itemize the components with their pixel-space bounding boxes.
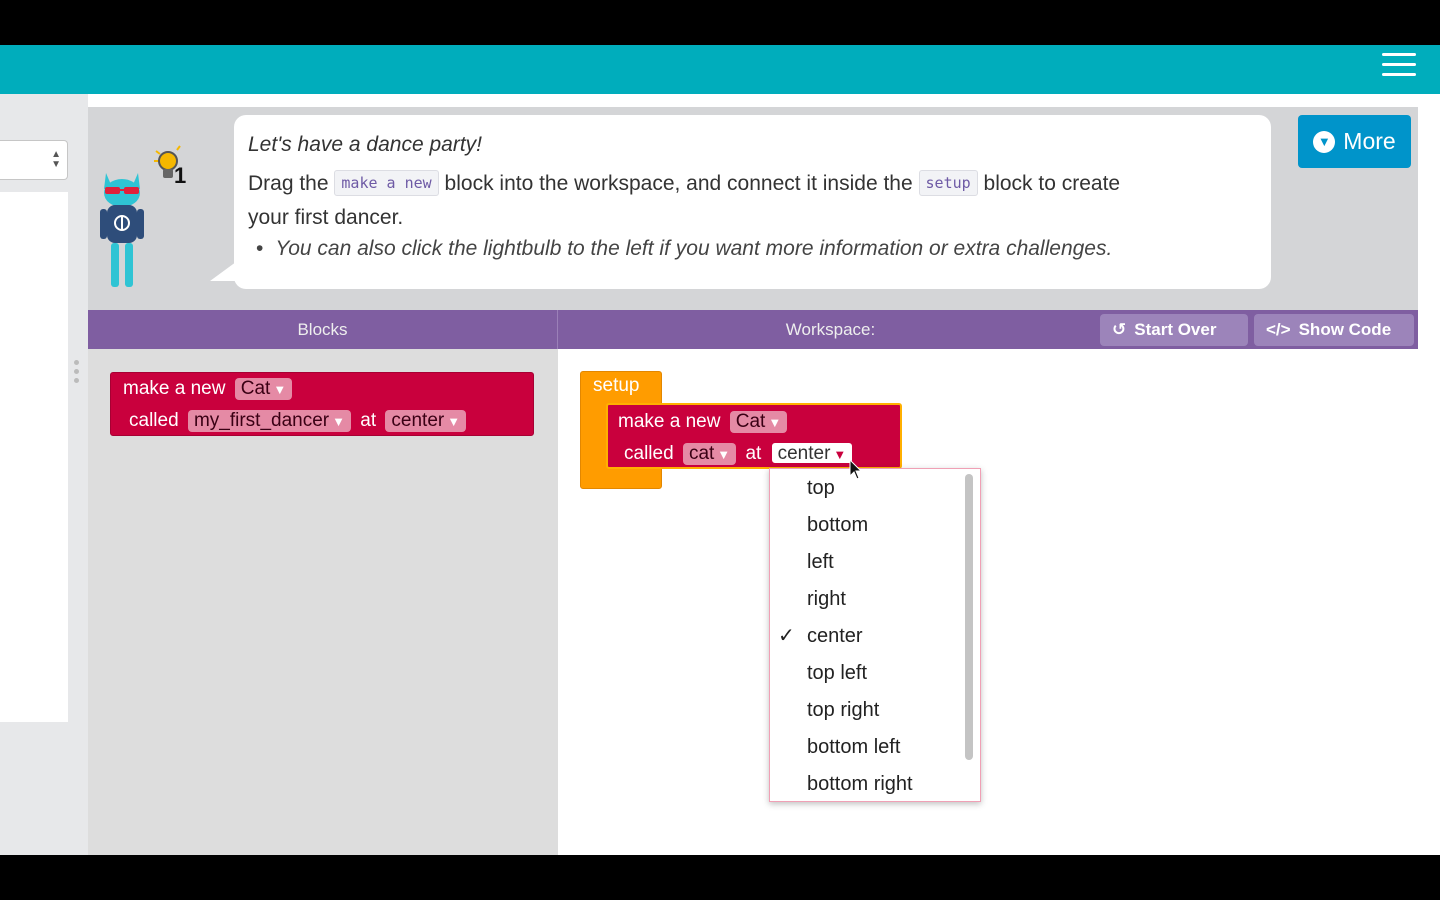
dropdown-option-label: top right bbox=[807, 699, 880, 721]
block-text: make a new bbox=[123, 378, 226, 399]
instruction-text: Drag the make a new block into the works… bbox=[248, 167, 1257, 235]
block-text: at bbox=[360, 410, 377, 431]
resize-grip-icon[interactable] bbox=[74, 360, 80, 386]
more-button-label: More bbox=[1343, 128, 1396, 154]
dropdown-option-label: bottom right bbox=[807, 773, 913, 795]
dropdown-value: cat bbox=[688, 443, 715, 464]
dropdown-option-label: bottom left bbox=[807, 736, 901, 758]
code-chip-make-a-new: make a new bbox=[334, 170, 439, 196]
instruction-bullet: • You can also click the lightbulb to the… bbox=[256, 237, 1113, 260]
dropdown-option-right[interactable]: right bbox=[770, 581, 960, 618]
dropdown-arrow-icon: ▼ bbox=[833, 447, 847, 462]
dropdown-option-top-right[interactable]: top right bbox=[770, 692, 960, 729]
more-button[interactable]: ▼ More bbox=[1298, 115, 1411, 168]
dropdown-value: Cat bbox=[240, 378, 271, 399]
start-over-label: Start Over bbox=[1134, 320, 1217, 339]
dropdown-arrow-icon: ▼ bbox=[717, 447, 731, 462]
bullet-text: You can also click the lightbulb to the … bbox=[275, 237, 1113, 260]
dropdown-option-bottom[interactable]: bottom bbox=[770, 507, 960, 544]
level-select[interactable]: ▲ ▼ bbox=[0, 140, 68, 180]
hamburger-icon[interactable] bbox=[1382, 49, 1418, 85]
left-panel bbox=[0, 192, 68, 722]
reset-icon: ↺ bbox=[1112, 320, 1127, 339]
dropdown-value: Cat bbox=[735, 411, 766, 432]
block-text: called bbox=[624, 443, 674, 464]
dropdown-option-left[interactable]: left bbox=[770, 544, 960, 581]
top-header bbox=[0, 45, 1440, 94]
start-over-button[interactable]: ↺ Start Over bbox=[1100, 314, 1248, 346]
select-arrows-icon: ▲ ▼ bbox=[51, 149, 61, 170]
dropdown-option-center[interactable]: ✓ center bbox=[770, 618, 960, 655]
instruction-title: Let's have a dance party! bbox=[248, 133, 482, 156]
dropdown-arrow-icon: ▼ bbox=[447, 414, 461, 429]
hint-count-badge: 1 bbox=[174, 163, 187, 188]
dropdown-option-label: top bbox=[807, 477, 835, 499]
position-dropdown[interactable]: center ▼ bbox=[385, 410, 467, 432]
instructions-area: 1 Let's have a dance party! Drag the mak… bbox=[88, 107, 1418, 310]
dropdown-option-label: right bbox=[807, 588, 846, 610]
lightbulb-icon[interactable] bbox=[150, 143, 196, 189]
toolbox-make-new-block[interactable]: make a new Cat ▼ called my_first_dancer ▼ … bbox=[110, 372, 534, 436]
instruction-text-part: block to create bbox=[983, 172, 1121, 195]
dropdown-value: my_first_dancer bbox=[193, 410, 330, 431]
sprite-type-dropdown[interactable]: Cat ▼ bbox=[729, 411, 788, 433]
dropdown-arrow-icon: ▼ bbox=[332, 414, 345, 429]
dropdown-option-label: top left bbox=[807, 662, 868, 684]
block-text: at bbox=[745, 443, 762, 464]
checkmark-icon: ✓ bbox=[778, 625, 795, 647]
dropdown-value: center bbox=[391, 410, 445, 431]
dropdown-value: center bbox=[777, 443, 831, 464]
block-text: called bbox=[129, 410, 179, 431]
dropdown-option-label: left bbox=[807, 551, 834, 573]
position-dropdown[interactable]: center ▼ bbox=[770, 442, 854, 464]
dancer-name-dropdown[interactable]: cat ▼ bbox=[682, 443, 737, 465]
dropdown-arrow-icon: ▼ bbox=[273, 382, 287, 397]
code-chip-setup: setup bbox=[918, 170, 978, 196]
position-dropdown-menu: top bottom left right ✓ center top left top rig… bbox=[769, 468, 981, 802]
cat-character-icon bbox=[100, 173, 144, 287]
dancer-name-dropdown[interactable]: my_first_dancer ▼ bbox=[187, 410, 351, 432]
dropdown-option-top[interactable]: top bbox=[770, 470, 960, 507]
sprite-type-dropdown[interactable]: Cat ▼ bbox=[234, 378, 293, 400]
dropdown-option-bottom-right[interactable]: bottom right bbox=[770, 766, 960, 803]
show-code-button[interactable]: </> Show Code bbox=[1254, 314, 1414, 346]
instruction-text-part: Drag the bbox=[248, 172, 329, 195]
dropdown-option-label: bottom bbox=[807, 514, 869, 536]
workspace: setup make a new Cat ▼ called cat ▼ at cen… bbox=[558, 349, 1418, 855]
page: ▲ ▼ 1 Let's have a dance party! Drag the… bbox=[0, 94, 1440, 855]
toolbox: make a new Cat ▼ called my_first_dancer ▼ … bbox=[88, 349, 558, 855]
letterbox-bottom bbox=[0, 855, 1440, 900]
code-icon: </> bbox=[1266, 320, 1291, 339]
workspace-header: Blocks Workspace: ↺ Start Over </> Show Co… bbox=[88, 310, 1418, 349]
dropdown-option-label: center bbox=[807, 625, 863, 647]
instruction-text-part: your first dancer. bbox=[248, 206, 404, 229]
blocks-header-label: Blocks bbox=[88, 310, 558, 349]
dropdown-arrow-icon: ▼ bbox=[768, 415, 782, 430]
show-code-label: Show Code bbox=[1298, 320, 1392, 339]
block-text: make a new bbox=[618, 411, 721, 432]
letterbox-top bbox=[0, 0, 1440, 45]
mouse-cursor-icon bbox=[849, 459, 863, 480]
dropdown-option-bottom-left[interactable]: bottom left bbox=[770, 729, 960, 766]
left-strip: ▲ ▼ bbox=[0, 94, 88, 855]
instruction-text-part: block into the workspace, and connect it… bbox=[444, 172, 913, 195]
dropdown-scrollbar[interactable] bbox=[965, 474, 973, 760]
dropdown-option-top-left[interactable]: top left bbox=[770, 655, 960, 692]
workspace-header-label: Workspace: bbox=[785, 320, 876, 339]
setup-label: setup bbox=[593, 375, 640, 396]
instruction-bubble: Let's have a dance party! Drag the make … bbox=[234, 115, 1271, 289]
chevron-down-circle-icon: ▼ bbox=[1313, 130, 1336, 153]
